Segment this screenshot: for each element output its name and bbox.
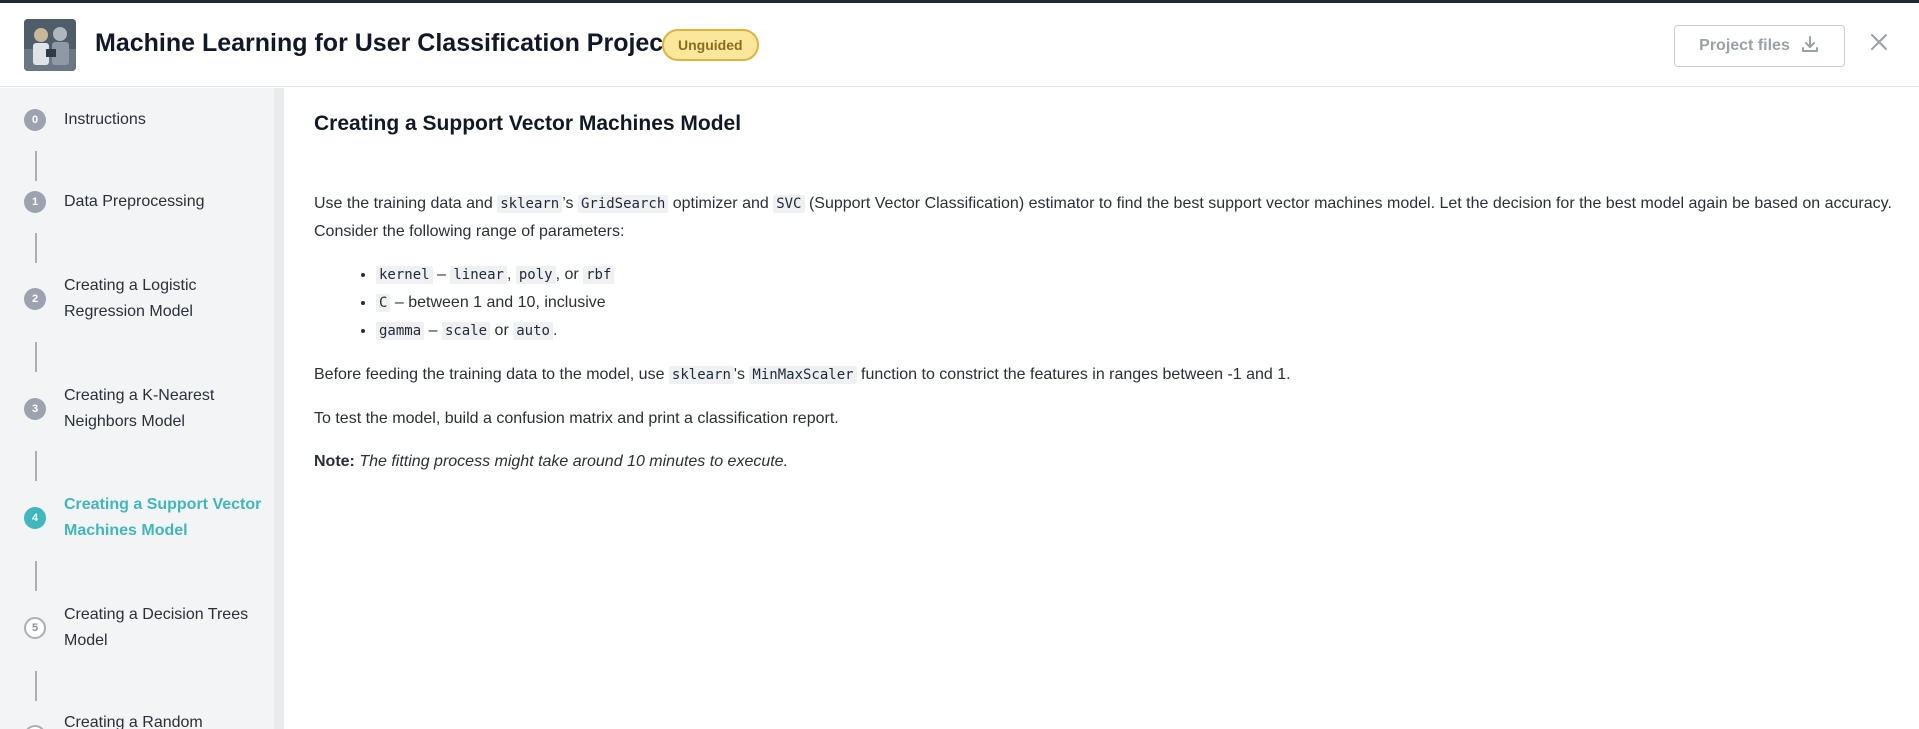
close-button[interactable] <box>1866 31 1892 57</box>
text: . <box>552 322 558 339</box>
parameter-list: kernel – linear, poly, or rbf C – betwee… <box>314 261 1914 345</box>
code-scale: scale <box>441 322 491 340</box>
code-kernel: kernel <box>376 266 433 284</box>
project-files-button[interactable]: Project files <box>1674 25 1845 67</box>
project-header: Machine Learning for User Classification… <box>0 3 1919 87</box>
download-icon <box>1800 34 1820 59</box>
step-label: Creating a Random <box>64 714 203 729</box>
step-connector <box>35 151 37 181</box>
text: 's <box>733 366 750 383</box>
code-auto: auto <box>513 322 553 340</box>
project-thumbnail <box>24 19 76 71</box>
step-number: 3 <box>24 398 46 420</box>
step-label: Creating a K-Nearest Neighbors Model <box>64 387 215 430</box>
code-gamma: gamma <box>376 322 425 340</box>
step-connector <box>35 451 37 481</box>
list-item: gamma – scale or auto. <box>376 317 1914 345</box>
step-number: 4 <box>24 507 46 529</box>
step-connector <box>35 561 37 591</box>
code-gridsearch: GridSearch <box>577 195 669 213</box>
intro-paragraph: Use the training data and sklearn’s Grid… <box>314 190 1914 245</box>
step-label: Creating a Support Vector Machines Model <box>64 496 262 539</box>
step-number: 1 <box>24 191 46 213</box>
step-number: 2 <box>24 288 46 310</box>
list-item: C – between 1 and 10, inclusive <box>376 289 1914 317</box>
note-label: Note: <box>314 453 355 470</box>
note-text: The fitting process might take around 10… <box>359 453 789 470</box>
code-rbf: rbf <box>583 266 615 284</box>
step-number: 6 <box>24 725 46 729</box>
section-heading: Creating a Support Vector Machines Model <box>314 112 742 135</box>
instructions-panel: Creating a Support Vector Machines Model… <box>284 88 1919 729</box>
note-paragraph: Note: The fitting process might take aro… <box>314 448 1914 475</box>
step-label: Instructions <box>64 111 146 128</box>
text: function to constrict the features in ra… <box>856 366 1291 383</box>
step-label: Creating a Decision Trees Model <box>64 606 249 649</box>
page-title: Machine Learning for User Classification… <box>95 29 672 57</box>
step-connector <box>35 342 37 372</box>
code-sklearn: sklearn <box>497 195 563 213</box>
code-linear: linear <box>450 266 507 284</box>
code-poly: poly <box>515 266 556 284</box>
list-item: kernel – linear, poly, or rbf <box>376 261 1914 289</box>
text: Before feeding the training data to the … <box>314 366 669 383</box>
step-number: 0 <box>24 109 46 131</box>
step-connector <box>35 233 37 263</box>
steps-sidebar: 0 Instructions 1 Data Preprocessing 2 Cr… <box>0 88 274 729</box>
code-svc: SVC <box>773 195 805 213</box>
text: , or <box>555 266 584 283</box>
text: ’s <box>562 195 578 212</box>
code-minmaxscaler: MinMaxScaler <box>749 366 857 384</box>
text: , <box>506 266 516 283</box>
text: Use the training data and <box>314 195 498 212</box>
instructions-content: Use the training data and sklearn’s Grid… <box>314 190 1914 491</box>
text: optimizer and <box>668 195 774 212</box>
scaler-paragraph: Before feeding the training data to the … <box>314 361 1914 389</box>
step-number: 5 <box>24 617 46 639</box>
status-badge: Unguided <box>662 29 759 61</box>
text: – <box>432 266 451 283</box>
project-files-label: Project files <box>1699 37 1790 54</box>
code-sklearn: sklearn <box>668 366 734 384</box>
text: – <box>424 322 442 339</box>
test-paragraph: To test the model, build a confusion mat… <box>314 410 839 427</box>
step-label: Creating a Logistic Regression Model <box>64 277 197 320</box>
step-connector <box>35 671 37 701</box>
sidebar-scrollbar[interactable] <box>274 88 284 729</box>
code-c: C <box>376 294 391 312</box>
step-label: Data Preprocessing <box>64 193 205 210</box>
text: – between 1 and 10, inclusive <box>390 294 606 311</box>
close-icon <box>1870 33 1888 56</box>
text: or <box>490 322 514 339</box>
